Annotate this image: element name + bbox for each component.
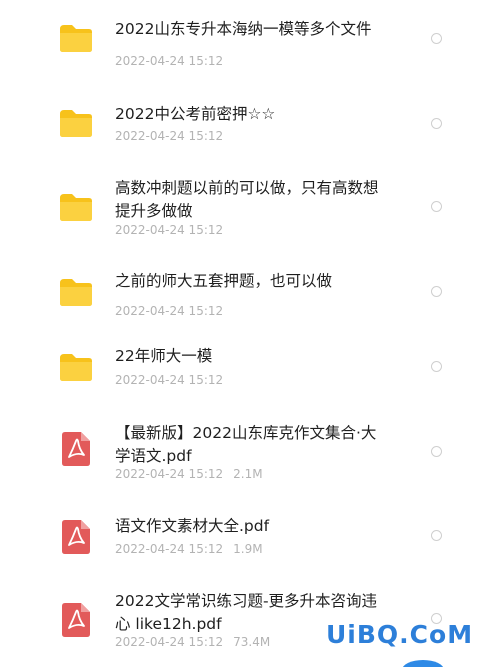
file-meta: 2022-04-24 15:12 2.1M (115, 467, 263, 481)
select-radio[interactable] (431, 118, 442, 129)
file-meta: 2022-04-24 15:12 (115, 373, 223, 387)
list-item[interactable]: 22年师大一模 2022-04-24 15:12 (0, 330, 500, 400)
file-list: 2022山东专升本海纳一模等多个文件 2022-04-24 15:12 2022… (0, 0, 500, 667)
file-size: 1.9M (233, 542, 263, 556)
file-date: 2022-04-24 15:12 (115, 223, 224, 237)
file-name: 之前的师大五套押题，也可以做 (115, 272, 333, 290)
file-date: 2022-04-24 15:12 (115, 304, 224, 318)
list-item[interactable]: 2022山东专升本海纳一模等多个文件 2022-04-24 15:12 (0, 0, 500, 75)
pdf-icon (62, 432, 90, 466)
file-name: 2022山东专升本海纳一模等多个文件 (115, 20, 372, 38)
file-date: 2022-04-24 15:12 (115, 467, 224, 481)
file-meta: 2022-04-24 15:12 (115, 304, 223, 318)
file-meta: 2022-04-24 15:12 (115, 54, 223, 68)
pdf-icon (62, 520, 90, 554)
file-size: 73.4M (233, 635, 271, 649)
file-date: 2022-04-24 15:12 (115, 542, 224, 556)
file-name: 22年师大一模 (115, 347, 213, 365)
file-meta: 2022-04-24 15:12 73.4M (115, 635, 270, 649)
folder-icon (60, 354, 92, 381)
select-radio[interactable] (431, 361, 442, 372)
pdf-icon (62, 603, 90, 637)
file-meta: 2022-04-24 15:12 1.9M (115, 542, 263, 556)
list-item[interactable]: 【最新版】2022山东库克作文集合·大学语文.pdf 2022-04-24 15… (0, 400, 500, 505)
select-radio[interactable] (431, 33, 442, 44)
file-date: 2022-04-24 15:12 (115, 54, 224, 68)
file-date: 2022-04-24 15:12 (115, 635, 224, 649)
watermark-logo: UiBQ.CoM (326, 620, 474, 649)
list-item[interactable]: 语文作文素材大全.pdf 2022-04-24 15:12 1.9M (0, 505, 500, 585)
file-name: 语文作文素材大全.pdf (115, 517, 270, 535)
folder-icon (60, 25, 92, 52)
select-radio[interactable] (431, 201, 442, 212)
file-name: 高数冲刺题以前的可以做，只有高数想提升多做做 (115, 179, 379, 220)
file-name: 【最新版】2022山东库克作文集合·大学语文.pdf (115, 424, 377, 465)
folder-icon (60, 110, 92, 137)
select-radio[interactable] (431, 446, 442, 457)
select-radio[interactable] (431, 530, 442, 541)
folder-icon (60, 194, 92, 221)
list-item[interactable]: 高数冲刺题以前的可以做，只有高数想提升多做做 2022-04-24 15:12 (0, 155, 500, 250)
file-meta: 2022-04-24 15:12 (115, 223, 223, 237)
file-date: 2022-04-24 15:12 (115, 373, 224, 387)
file-size: 2.1M (233, 467, 263, 481)
folder-icon (60, 279, 92, 306)
select-radio[interactable] (431, 286, 442, 297)
file-name: 2022中公考前密押☆☆ (115, 105, 276, 123)
file-meta: 2022-04-24 15:12 (115, 129, 223, 143)
list-item[interactable]: 之前的师大五套押题，也可以做 2022-04-24 15:12 (0, 250, 500, 330)
file-date: 2022-04-24 15:12 (115, 129, 224, 143)
list-item[interactable]: 2022中公考前密押☆☆ 2022-04-24 15:12 (0, 75, 500, 155)
